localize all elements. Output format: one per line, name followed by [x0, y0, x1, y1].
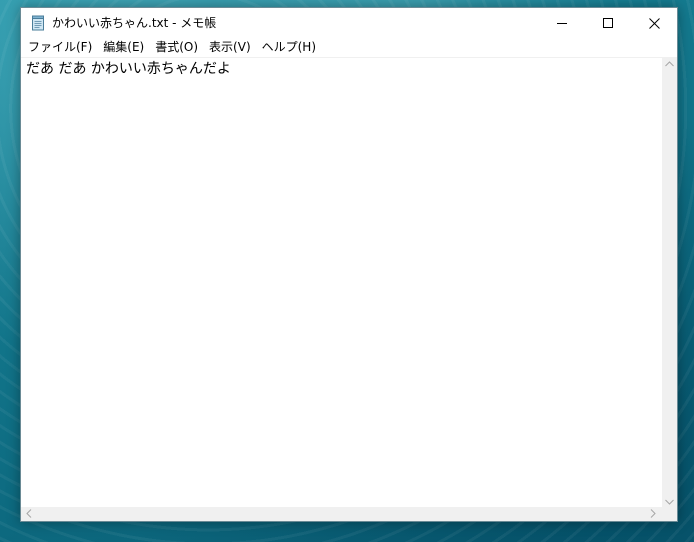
- scroll-left-icon[interactable]: [26, 509, 32, 521]
- close-button[interactable]: [631, 8, 677, 38]
- window-title: かわいい赤ちゃん.txt - メモ帳: [52, 16, 217, 30]
- menu-file[interactable]: ファイル(F): [24, 38, 99, 57]
- minimize-icon: [557, 23, 567, 24]
- text-editor[interactable]: だあ だあ かわいい赤ちゃんだよ: [21, 57, 662, 507]
- menu-format[interactable]: 書式(O): [151, 38, 205, 57]
- horizontal-scrollbar[interactable]: [21, 507, 662, 521]
- vertical-scrollbar[interactable]: [662, 57, 677, 507]
- close-icon: [648, 17, 660, 29]
- editor-content[interactable]: だあ だあ かわいい赤ちゃんだよ: [26, 60, 231, 78]
- maximize-button[interactable]: [585, 8, 631, 38]
- scroll-up-icon[interactable]: [665, 60, 674, 70]
- menu-view[interactable]: 表示(V): [205, 38, 258, 57]
- title-bar[interactable]: かわいい赤ちゃん.txt - メモ帳: [21, 8, 677, 38]
- minimize-button[interactable]: [539, 8, 585, 38]
- scroll-right-icon[interactable]: [650, 509, 656, 521]
- menu-help[interactable]: ヘルプ(H): [258, 38, 323, 57]
- scrollbar-corner: [662, 507, 677, 521]
- notepad-window: かわいい赤ちゃん.txt - メモ帳 ファイル(F) 編集(E) 書式(O) 表…: [20, 7, 678, 522]
- menu-bar: ファイル(F) 編集(E) 書式(O) 表示(V) ヘルプ(H): [21, 38, 677, 57]
- maximize-icon: [603, 18, 613, 28]
- menu-edit[interactable]: 編集(E): [99, 38, 151, 57]
- notepad-icon[interactable]: [30, 15, 46, 31]
